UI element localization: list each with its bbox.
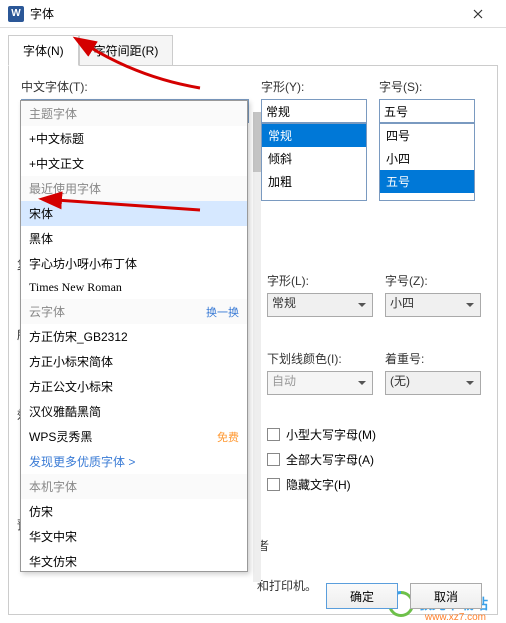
chinese-font-label: 中文字体(T): xyxy=(21,78,249,95)
check-hidden[interactable]: 隐藏文字(H) xyxy=(267,476,376,493)
checkbox-icon xyxy=(267,428,280,441)
font-style-label: 字形(Y): xyxy=(261,78,367,95)
dropdown-header: 本机字体 xyxy=(21,474,247,499)
font-size-input[interactable] xyxy=(379,99,475,123)
cancel-button[interactable]: 取消 xyxy=(410,583,482,609)
ok-button[interactable]: 确定 xyxy=(326,583,398,609)
list-item[interactable]: 加粗 xyxy=(262,170,366,193)
dropdown-option[interactable]: 方正公文小标宋 xyxy=(21,374,247,399)
scrollbar-thumb[interactable] xyxy=(253,112,261,172)
font-style-l-select[interactable]: 常规 xyxy=(267,293,373,317)
font-size-label: 字号(S): xyxy=(379,78,475,95)
dropdown-header: 主题字体 xyxy=(21,101,247,126)
dropdown-option-songti[interactable]: 宋体 xyxy=(21,201,247,226)
app-icon: W xyxy=(8,6,24,22)
list-item[interactable]: 小四 xyxy=(380,147,474,170)
checkbox-icon xyxy=(267,453,280,466)
checkbox-icon xyxy=(267,478,280,491)
check-small-caps[interactable]: 小型大写字母(M) xyxy=(267,426,376,443)
font-size-listbox[interactable]: 四号 小四 五号 xyxy=(379,123,475,201)
option-text: WPS灵秀黑 xyxy=(29,428,92,445)
check-label: 全部大写字母(A) xyxy=(286,451,374,468)
dropdown-option[interactable]: 汉仪雅酷黑简 xyxy=(21,399,247,424)
close-button[interactable] xyxy=(458,0,498,28)
swap-link[interactable]: 换一换 xyxy=(206,304,239,320)
check-label: 隐藏文字(H) xyxy=(286,476,351,493)
font-size-z-select[interactable]: 小四 xyxy=(385,293,481,317)
chinese-font-dropdown-list[interactable]: 主题字体 +中文标题 +中文正文 最近使用字体 宋体 黑体 字心坊小呀小布丁体 … xyxy=(20,100,248,572)
more-fonts-link[interactable]: 发现更多优质字体 > xyxy=(21,449,247,474)
tab-font[interactable]: 字体(N) xyxy=(8,35,79,66)
dropdown-option[interactable]: 华文仿宋 xyxy=(21,549,247,571)
dropdown-option[interactable]: 字心坊小呀小布丁体 xyxy=(21,251,247,276)
dropdown-option[interactable]: 方正仿宋_GB2312 xyxy=(21,324,247,349)
effects-checks: 小型大写字母(M) 全部大写字母(A) 隐藏文字(H) xyxy=(267,426,376,493)
dropdown-option[interactable]: 仿宋 xyxy=(21,499,247,524)
close-icon xyxy=(473,9,483,19)
check-all-caps[interactable]: 全部大写字母(A) xyxy=(267,451,376,468)
dropdown-header: 最近使用字体 xyxy=(21,176,247,201)
window-title: 字体 xyxy=(30,5,458,22)
dropdown-cloud-header: 云字体 换一换 xyxy=(21,299,247,324)
titlebar: W 字体 xyxy=(0,0,506,28)
dialog-buttons: 确定 取消 xyxy=(326,583,482,609)
dropdown-option[interactable]: 黑体 xyxy=(21,226,247,251)
font-style-listbox[interactable]: 常规 倾斜 加粗 xyxy=(261,123,367,201)
tab-spacing[interactable]: 字符间距(R) xyxy=(79,35,174,66)
check-label: 小型大写字母(M) xyxy=(286,426,376,443)
emphasis-label: 着重号: xyxy=(385,350,481,367)
underline-color-select[interactable]: 自动 xyxy=(267,371,373,395)
list-item[interactable]: 常规 xyxy=(262,124,366,147)
list-item[interactable]: 四号 xyxy=(380,124,474,147)
free-tag: 免费 xyxy=(217,429,239,445)
dropdown-option[interactable]: Times New Roman xyxy=(21,276,247,299)
underline-color-label: 下划线颜色(I): xyxy=(267,350,373,367)
emphasis-select[interactable]: (无) xyxy=(385,371,481,395)
footer-text: 和打印机。 xyxy=(257,577,317,594)
dropdown-header-text: 云字体 xyxy=(29,303,65,320)
font-size-z-label: 字号(Z): xyxy=(385,272,481,289)
font-style-l-label: 字形(L): xyxy=(267,272,373,289)
font-style-input[interactable] xyxy=(261,99,367,123)
dropdown-option[interactable]: 方正小标宋简体 xyxy=(21,349,247,374)
dropdown-option[interactable]: +中文标题 xyxy=(21,126,247,151)
list-item[interactable]: 倾斜 xyxy=(262,147,366,170)
tab-bar: 字体(N) 字符间距(R) xyxy=(8,34,498,65)
dropdown-option-wps[interactable]: WPS灵秀黑 免费 xyxy=(21,424,247,449)
dropdown-scrollbar[interactable] xyxy=(253,112,261,582)
dropdown-option[interactable]: +中文正文 xyxy=(21,151,247,176)
dropdown-option[interactable]: 华文中宋 xyxy=(21,524,247,549)
list-item[interactable]: 五号 xyxy=(380,170,474,193)
